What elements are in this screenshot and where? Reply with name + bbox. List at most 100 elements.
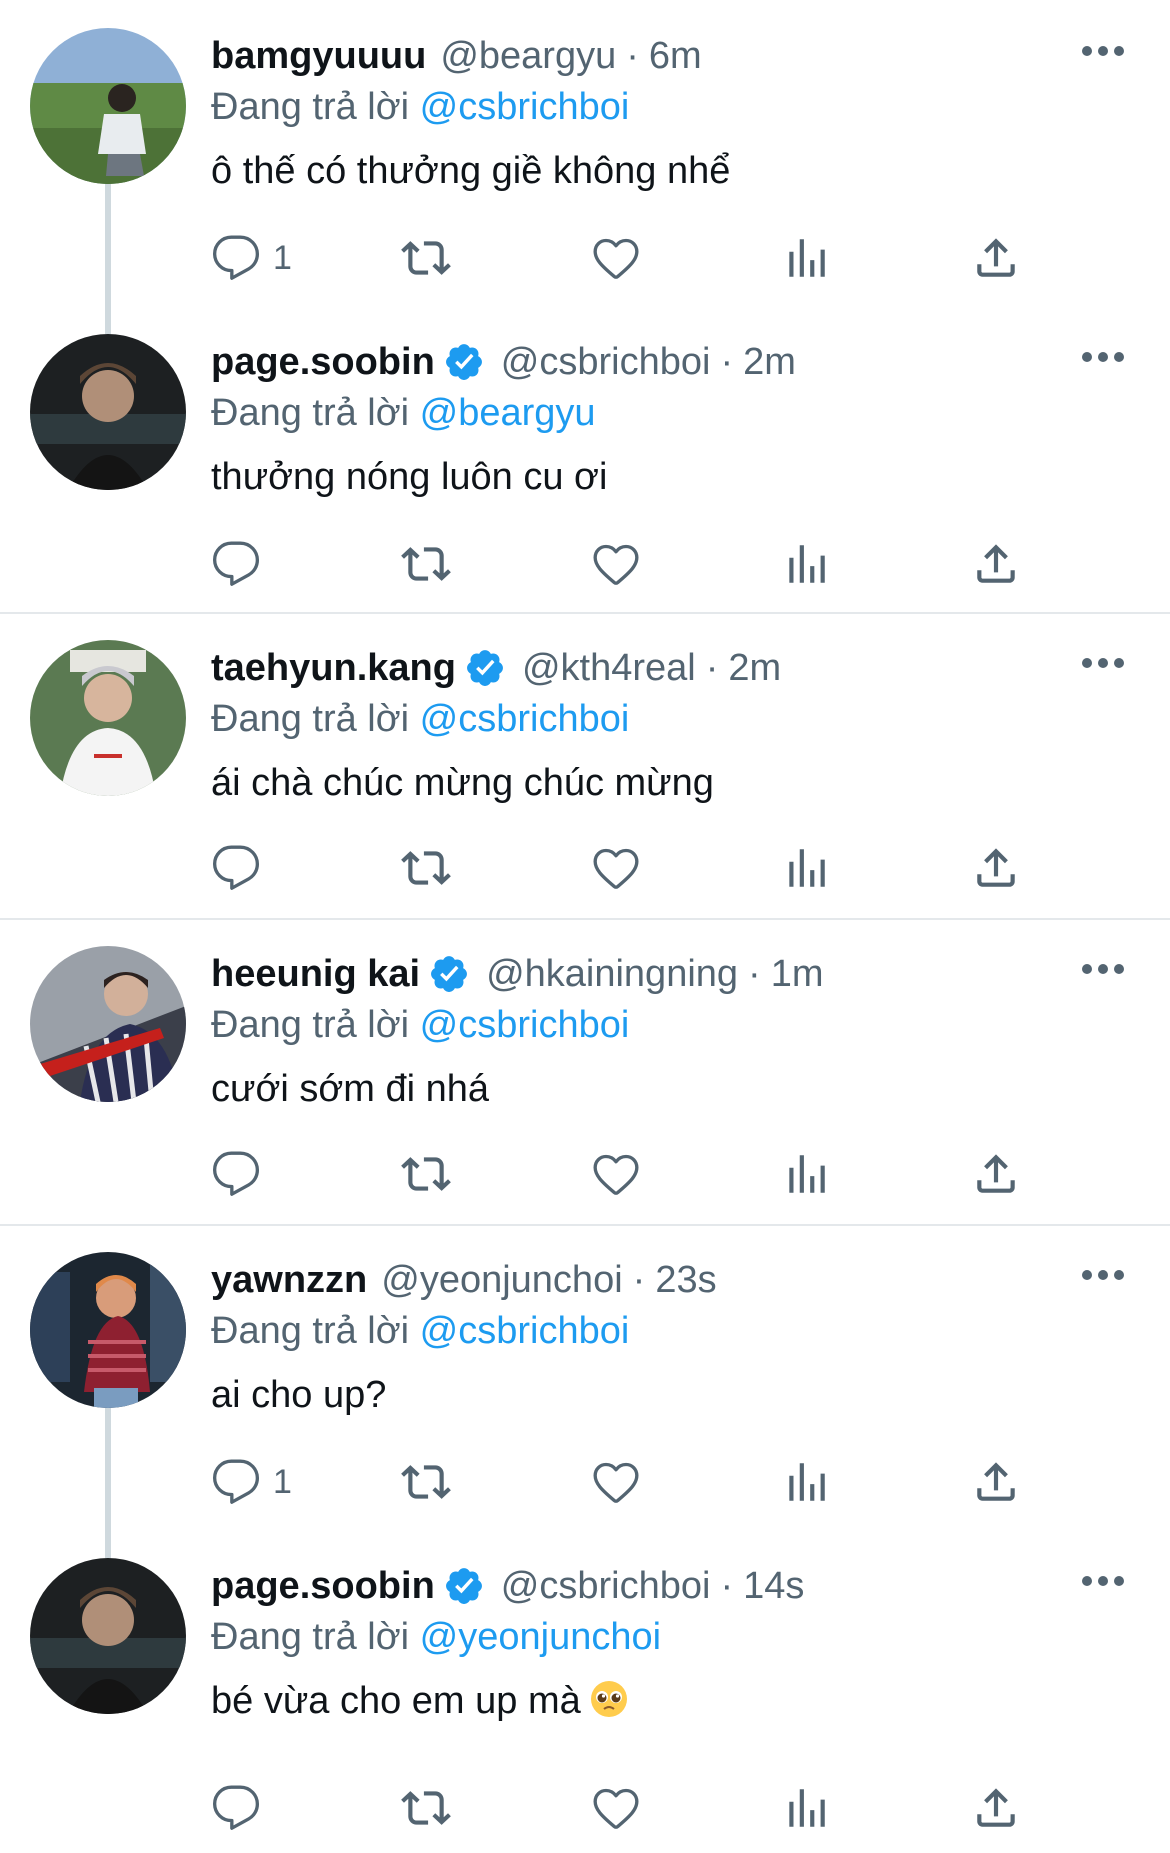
views-button[interactable] xyxy=(781,1146,831,1202)
verified-badge-icon xyxy=(428,953,470,995)
timestamp[interactable]: 6m xyxy=(649,30,702,82)
tweet[interactable]: yawnzzn @yeonjunchoi · 23s Đang trả lời … xyxy=(0,1224,1170,1558)
username[interactable]: @csbrichboi xyxy=(501,336,711,388)
more-icon[interactable] xyxy=(1080,962,1126,976)
reply-to-link[interactable]: @csbrichboi xyxy=(420,86,630,128)
username[interactable]: @beargyu xyxy=(440,30,616,82)
retweet-button[interactable] xyxy=(401,840,451,896)
display-name[interactable]: heeunig kai xyxy=(211,948,420,1000)
tweet[interactable]: page.soobin @csbrichboi · 2m Đang trả lờ… xyxy=(0,306,1170,612)
views-button[interactable] xyxy=(781,840,831,896)
tweet-header: page.soobin @csbrichboi · 2m xyxy=(211,336,1110,388)
tweet-content: taehyun.kang @kth4real · 2m Đang trả lời… xyxy=(211,642,1110,808)
heart-icon xyxy=(591,539,641,589)
heart-icon xyxy=(591,1149,641,1199)
more-icon[interactable] xyxy=(1080,350,1126,364)
username[interactable]: @hkainingning xyxy=(486,948,738,1000)
tweet[interactable]: page.soobin @csbrichboi · 14s Đang trả l… xyxy=(0,1530,1170,1853)
avatar[interactable] xyxy=(30,946,186,1102)
share-icon xyxy=(971,539,1021,589)
tweet[interactable]: heeunig kai @hkainingning · 1m Đang trả … xyxy=(0,918,1170,1224)
views-button[interactable] xyxy=(781,1780,831,1836)
reply-prefix: Đang trả lời xyxy=(211,1616,410,1658)
retweet-button[interactable] xyxy=(401,230,451,286)
reply-button[interactable]: 1 xyxy=(211,230,292,286)
username[interactable]: @csbrichboi xyxy=(501,1560,711,1612)
reply-to-link[interactable]: @yeonjunchoi xyxy=(420,1616,661,1658)
views-button[interactable] xyxy=(781,230,831,286)
reply-button[interactable] xyxy=(211,840,261,896)
reply-feed: bamgyuuuu @beargyu · 6m Đang trả lời @cs… xyxy=(0,0,1170,1853)
share-button[interactable] xyxy=(971,840,1021,896)
replying-to: Đang trả lời @csbrichboi xyxy=(211,1306,1110,1356)
reply-icon xyxy=(211,1149,261,1199)
reply-to-link[interactable]: @beargyu xyxy=(420,392,596,434)
pleading-face-emoji xyxy=(590,1681,627,1717)
tweet-content: heeunig kai @hkainingning · 1m Đang trả … xyxy=(211,948,1110,1114)
reply-prefix: Đang trả lời xyxy=(211,392,410,434)
reply-button[interactable] xyxy=(211,1146,261,1202)
like-button[interactable] xyxy=(591,1146,641,1202)
timestamp[interactable]: 14s xyxy=(743,1560,804,1612)
retweet-button[interactable] xyxy=(401,1454,451,1510)
display-name[interactable]: yawnzzn xyxy=(211,1254,367,1306)
username[interactable]: @kth4real xyxy=(522,642,696,694)
action-bar: 1 xyxy=(211,1454,1031,1510)
reply-button[interactable]: 1 xyxy=(211,1454,292,1510)
action-bar: 1 xyxy=(211,230,1031,286)
like-button[interactable] xyxy=(591,1454,641,1510)
tweet[interactable]: taehyun.kang @kth4real · 2m Đang trả lời… xyxy=(0,612,1170,918)
views-button[interactable] xyxy=(781,1454,831,1510)
timestamp[interactable]: 1m xyxy=(771,948,824,1000)
retweet-button[interactable] xyxy=(401,1780,451,1836)
share-button[interactable] xyxy=(971,230,1021,286)
retweet-button[interactable] xyxy=(401,536,451,592)
share-button[interactable] xyxy=(971,1146,1021,1202)
retweet-icon xyxy=(401,843,451,893)
share-button[interactable] xyxy=(971,1454,1021,1510)
avatar[interactable] xyxy=(30,28,186,184)
tweet-content: yawnzzn @yeonjunchoi · 23s Đang trả lời … xyxy=(211,1254,1110,1420)
retweet-icon xyxy=(401,1783,451,1833)
reply-prefix: Đang trả lời xyxy=(211,86,410,128)
reply-to-link[interactable]: @csbrichboi xyxy=(420,698,630,740)
like-button[interactable] xyxy=(591,840,641,896)
more-icon[interactable] xyxy=(1080,1574,1126,1588)
retweet-icon xyxy=(401,1149,451,1199)
views-icon xyxy=(781,1149,831,1199)
action-bar xyxy=(211,840,1031,896)
display-name[interactable]: page.soobin xyxy=(211,1560,435,1612)
like-button[interactable] xyxy=(591,230,641,286)
views-button[interactable] xyxy=(781,536,831,592)
more-icon[interactable] xyxy=(1080,1268,1126,1282)
tweet-content: page.soobin @csbrichboi · 2m Đang trả lờ… xyxy=(211,336,1110,502)
reply-icon xyxy=(211,539,261,589)
tweet-text: ai cho up? xyxy=(211,1374,387,1416)
like-button[interactable] xyxy=(591,1780,641,1836)
avatar[interactable] xyxy=(30,334,186,490)
avatar[interactable] xyxy=(30,640,186,796)
username[interactable]: @yeonjunchoi xyxy=(381,1254,622,1306)
like-button[interactable] xyxy=(591,536,641,592)
avatar[interactable] xyxy=(30,1558,186,1714)
timestamp[interactable]: 23s xyxy=(655,1254,716,1306)
reply-count: 1 xyxy=(273,238,292,277)
reply-to-link[interactable]: @csbrichboi xyxy=(420,1310,630,1352)
more-icon[interactable] xyxy=(1080,656,1126,670)
more-icon[interactable] xyxy=(1080,44,1126,58)
separator-dot: · xyxy=(626,35,639,77)
reply-to-link[interactable]: @csbrichboi xyxy=(420,1004,630,1046)
retweet-button[interactable] xyxy=(401,1146,451,1202)
reply-button[interactable] xyxy=(211,536,261,592)
replying-to: Đang trả lời @csbrichboi xyxy=(211,82,1110,132)
display-name[interactable]: taehyun.kang xyxy=(211,642,456,694)
timestamp[interactable]: 2m xyxy=(743,336,796,388)
reply-button[interactable] xyxy=(211,1780,261,1836)
share-button[interactable] xyxy=(971,1780,1021,1836)
avatar[interactable] xyxy=(30,1252,186,1408)
timestamp[interactable]: 2m xyxy=(728,642,781,694)
tweet[interactable]: bamgyuuuu @beargyu · 6m Đang trả lời @cs… xyxy=(0,0,1170,334)
share-button[interactable] xyxy=(971,536,1021,592)
display-name[interactable]: bamgyuuuu xyxy=(211,30,426,82)
display-name[interactable]: page.soobin xyxy=(211,336,435,388)
